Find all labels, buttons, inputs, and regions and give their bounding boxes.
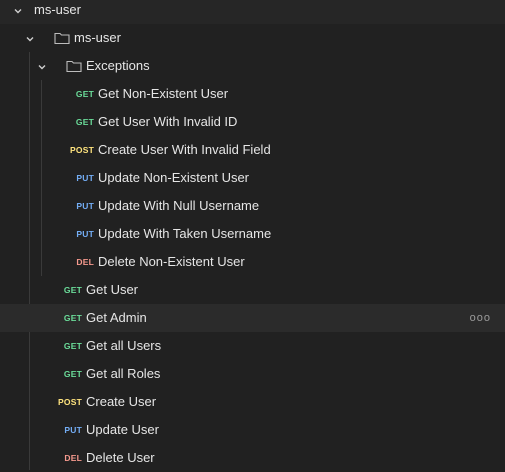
chevron-down-icon[interactable]: [37, 62, 47, 72]
request-name: Delete Non-Existent User: [98, 254, 245, 269]
request-row[interactable]: PUT Update User: [0, 416, 505, 444]
collection-tree: ms-user ms-user Exceptions GET Get Non-E…: [0, 0, 505, 470]
request-row[interactable]: POST Create User: [0, 388, 505, 416]
method-badge: POST: [58, 397, 82, 407]
method-badge: GET: [63, 313, 82, 323]
request-row[interactable]: POST Create User With Invalid Field: [0, 136, 505, 164]
folder-name: ms-user: [74, 30, 121, 45]
chevron-down-icon[interactable]: [25, 34, 35, 44]
request-row[interactable]: PUT Update Non-Existent User: [0, 164, 505, 192]
more-options-icon[interactable]: ooo: [470, 312, 491, 324]
collection-row-ms-user[interactable]: ms-user: [0, 0, 505, 24]
method-badge: GET: [63, 341, 82, 351]
request-name: Get User: [86, 282, 139, 297]
folder-icon: [66, 59, 82, 73]
request-row[interactable]: PUT Update With Taken Username: [0, 220, 505, 248]
request-name: Get all Users: [86, 338, 162, 353]
folder-name: Exceptions: [86, 58, 150, 73]
request-row[interactable]: DEL Delete User: [0, 444, 505, 472]
chevron-down-icon[interactable]: [13, 6, 23, 16]
request-name: Delete User: [86, 450, 155, 465]
request-name: Update Non-Existent User: [98, 170, 250, 185]
request-name: Create User With Invalid Field: [98, 142, 271, 157]
request-name: Update With Null Username: [98, 198, 260, 213]
request-row[interactable]: GET Get User: [0, 276, 505, 304]
request-name: Update With Taken Username: [98, 226, 272, 241]
method-badge: PUT: [76, 173, 94, 183]
method-badge: PUT: [76, 201, 94, 211]
request-row[interactable]: GET Get User With Invalid ID: [0, 108, 505, 136]
method-badge: GET: [75, 117, 94, 127]
folder-icon: [54, 31, 70, 45]
method-badge: PUT: [76, 229, 94, 239]
request-name: Create User: [86, 394, 157, 409]
request-row-selected[interactable]: GET Get Admin ooo: [0, 304, 505, 332]
request-row[interactable]: DEL Delete Non-Existent User: [0, 248, 505, 276]
method-badge: DEL: [76, 257, 94, 267]
request-row[interactable]: GET Get all Roles: [0, 360, 505, 388]
request-row[interactable]: GET Get Non-Existent User: [0, 80, 505, 108]
request-name: Update User: [86, 422, 159, 437]
request-name: Get User With Invalid ID: [98, 114, 238, 129]
request-name: Get Admin: [86, 310, 147, 325]
request-name: Get Non-Existent User: [98, 86, 229, 101]
method-badge: GET: [63, 285, 82, 295]
method-badge: GET: [63, 369, 82, 379]
folder-row-ms-user[interactable]: ms-user: [0, 24, 505, 52]
method-badge: DEL: [64, 453, 82, 463]
method-badge: PUT: [64, 425, 82, 435]
collection-name: ms-user: [34, 2, 81, 17]
method-badge: GET: [75, 89, 94, 99]
request-row[interactable]: PUT Update With Null Username: [0, 192, 505, 220]
request-name: Get all Roles: [86, 366, 161, 381]
request-row[interactable]: GET Get all Users: [0, 332, 505, 360]
method-badge: POST: [70, 145, 94, 155]
folder-row-exceptions[interactable]: Exceptions: [0, 52, 505, 80]
